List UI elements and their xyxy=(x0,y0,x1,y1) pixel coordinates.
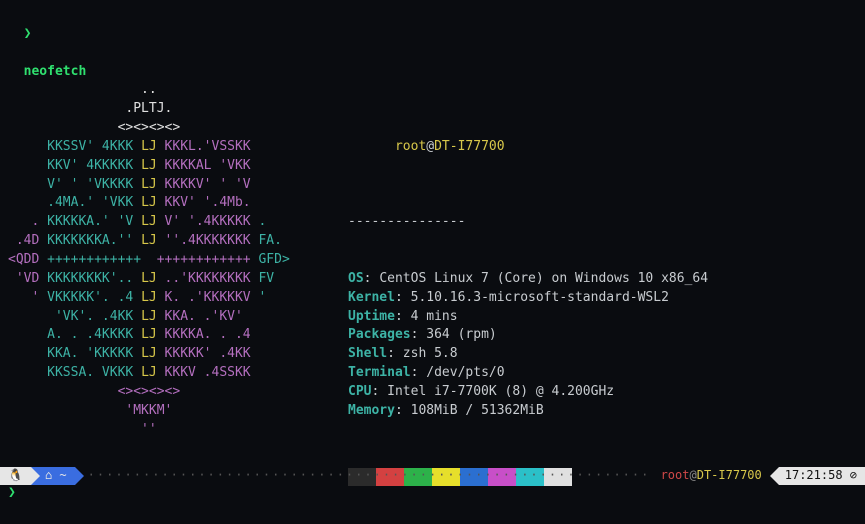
info-host: DT-I77700 xyxy=(434,139,504,154)
segment-user-host[interactable]: root@DT-I77700 xyxy=(655,467,770,485)
info-value: /dev/pts/0 xyxy=(426,365,504,380)
info-key: OS xyxy=(348,271,364,286)
info-key: Kernel xyxy=(348,290,395,305)
info-key: CPU xyxy=(348,384,371,399)
separator-line: --------------- xyxy=(348,213,857,232)
segment-arrow xyxy=(646,467,655,485)
info-value: CentOS Linux 7 (Core) on Windows 10 x86_… xyxy=(379,271,708,286)
info-value: 4 mins xyxy=(411,309,458,324)
status-fill: ········································… xyxy=(84,467,646,484)
user-host-line: root@DT-I77700 xyxy=(348,119,857,176)
segment-os-icon[interactable]: 🐧 xyxy=(0,467,31,485)
status-host: DT-I77700 xyxy=(697,467,762,484)
status-bar: 🐧 ⌂ ~ ··································… xyxy=(0,467,865,485)
segment-clock[interactable]: 17:21:58 ⊘ xyxy=(779,467,865,485)
clock-text: 17:21:58 ⊘ xyxy=(785,467,857,484)
neofetch-output: .. .PLTJ. <><><><> KKSSV' 4KKK LJ KKKL.'… xyxy=(8,81,857,524)
segment-arrow xyxy=(75,467,84,485)
prompt-char: ❯ xyxy=(24,26,32,41)
segment-arrow xyxy=(770,467,779,485)
info-row: Uptime: 4 mins xyxy=(348,308,857,327)
info-value: Intel i7-7700K (8) @ 4.200GHz xyxy=(387,384,614,399)
cwd-text: ⌂ ~ xyxy=(45,467,67,484)
info-list: OS: CentOS Linux 7 (Core) on Windows 10 … xyxy=(348,270,857,421)
command-text: neofetch xyxy=(24,64,87,79)
info-value: 5.10.16.3-microsoft-standard-WSL2 xyxy=(411,290,669,305)
info-value: zsh 5.8 xyxy=(403,346,458,361)
info-key: Packages xyxy=(348,327,411,342)
info-key: Uptime xyxy=(348,309,395,324)
info-value: 364 (rpm) xyxy=(426,327,496,342)
info-key: Shell xyxy=(348,346,387,361)
info-row: Memory: 108MiB / 51362MiB xyxy=(348,402,857,421)
info-value: 108MiB / 51362MiB xyxy=(411,403,544,418)
info-row: Shell: zsh 5.8 xyxy=(348,345,857,364)
segment-arrow xyxy=(31,467,40,485)
info-user: root xyxy=(395,139,426,154)
penguin-icon: 🐧 xyxy=(8,467,23,484)
bottom-prompt[interactable]: ❯ xyxy=(8,484,16,503)
at-sign: @ xyxy=(426,139,434,154)
ascii-logo: .. .PLTJ. <><><><> KKSSV' 4KKK LJ KKKL.'… xyxy=(8,81,348,524)
info-key: Terminal xyxy=(348,365,411,380)
info-row: Packages: 364 (rpm) xyxy=(348,326,857,345)
prompt-line[interactable]: ❯ neofetch xyxy=(8,6,857,81)
system-info: root@DT-I77700 --------------- OS: CentO… xyxy=(348,81,857,524)
info-row: Kernel: 5.10.16.3-microsoft-standard-WSL… xyxy=(348,289,857,308)
status-user: root xyxy=(661,467,690,484)
info-row: OS: CentOS Linux 7 (Core) on Windows 10 … xyxy=(348,270,857,289)
info-row: CPU: Intel i7-7700K (8) @ 4.200GHz xyxy=(348,383,857,402)
prompt-char: ❯ xyxy=(8,485,16,500)
info-key: Memory xyxy=(348,403,395,418)
status-at: @ xyxy=(689,467,696,484)
info-row: Terminal: /dev/pts/0 xyxy=(348,364,857,383)
